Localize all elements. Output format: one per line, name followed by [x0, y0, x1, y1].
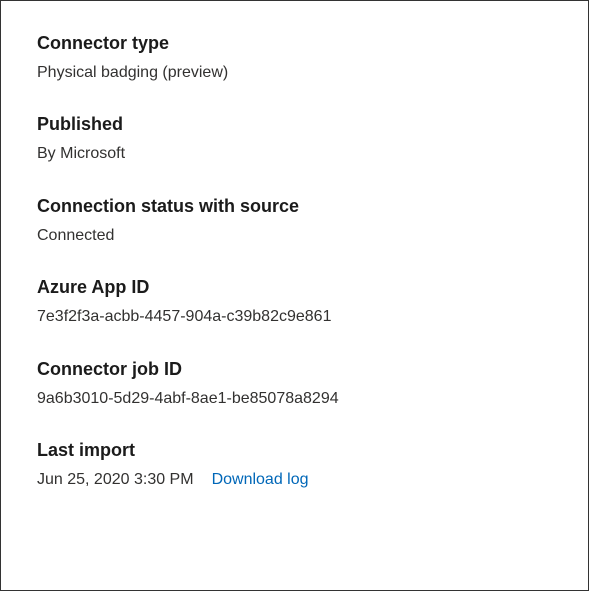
connector-type-value: Physical badging (preview)	[37, 62, 552, 84]
published-label: Published	[37, 114, 552, 135]
azure-app-id-label: Azure App ID	[37, 277, 552, 298]
connector-type-section: Connector type Physical badging (preview…	[37, 33, 552, 84]
connection-status-section: Connection status with source Connected	[37, 196, 552, 247]
published-section: Published By Microsoft	[37, 114, 552, 165]
connection-status-label: Connection status with source	[37, 196, 552, 217]
download-log-link[interactable]: Download log	[212, 471, 309, 489]
last-import-timestamp: Jun 25, 2020 3:30 PM	[37, 469, 194, 491]
connector-job-id-label: Connector job ID	[37, 359, 552, 380]
connector-job-id-section: Connector job ID 9a6b3010-5d29-4abf-8ae1…	[37, 359, 552, 410]
published-value: By Microsoft	[37, 143, 552, 165]
azure-app-id-value: 7e3f2f3a-acbb-4457-904a-c39b82c9e861	[37, 306, 552, 328]
last-import-label: Last import	[37, 440, 552, 461]
connection-status-value: Connected	[37, 225, 552, 247]
azure-app-id-section: Azure App ID 7e3f2f3a-acbb-4457-904a-c39…	[37, 277, 552, 328]
connector-details-panel: Connector type Physical badging (preview…	[0, 0, 589, 591]
connector-job-id-value: 9a6b3010-5d29-4abf-8ae1-be85078a8294	[37, 388, 552, 410]
last-import-section: Last import Jun 25, 2020 3:30 PM Downloa…	[37, 440, 552, 491]
connector-type-label: Connector type	[37, 33, 552, 54]
